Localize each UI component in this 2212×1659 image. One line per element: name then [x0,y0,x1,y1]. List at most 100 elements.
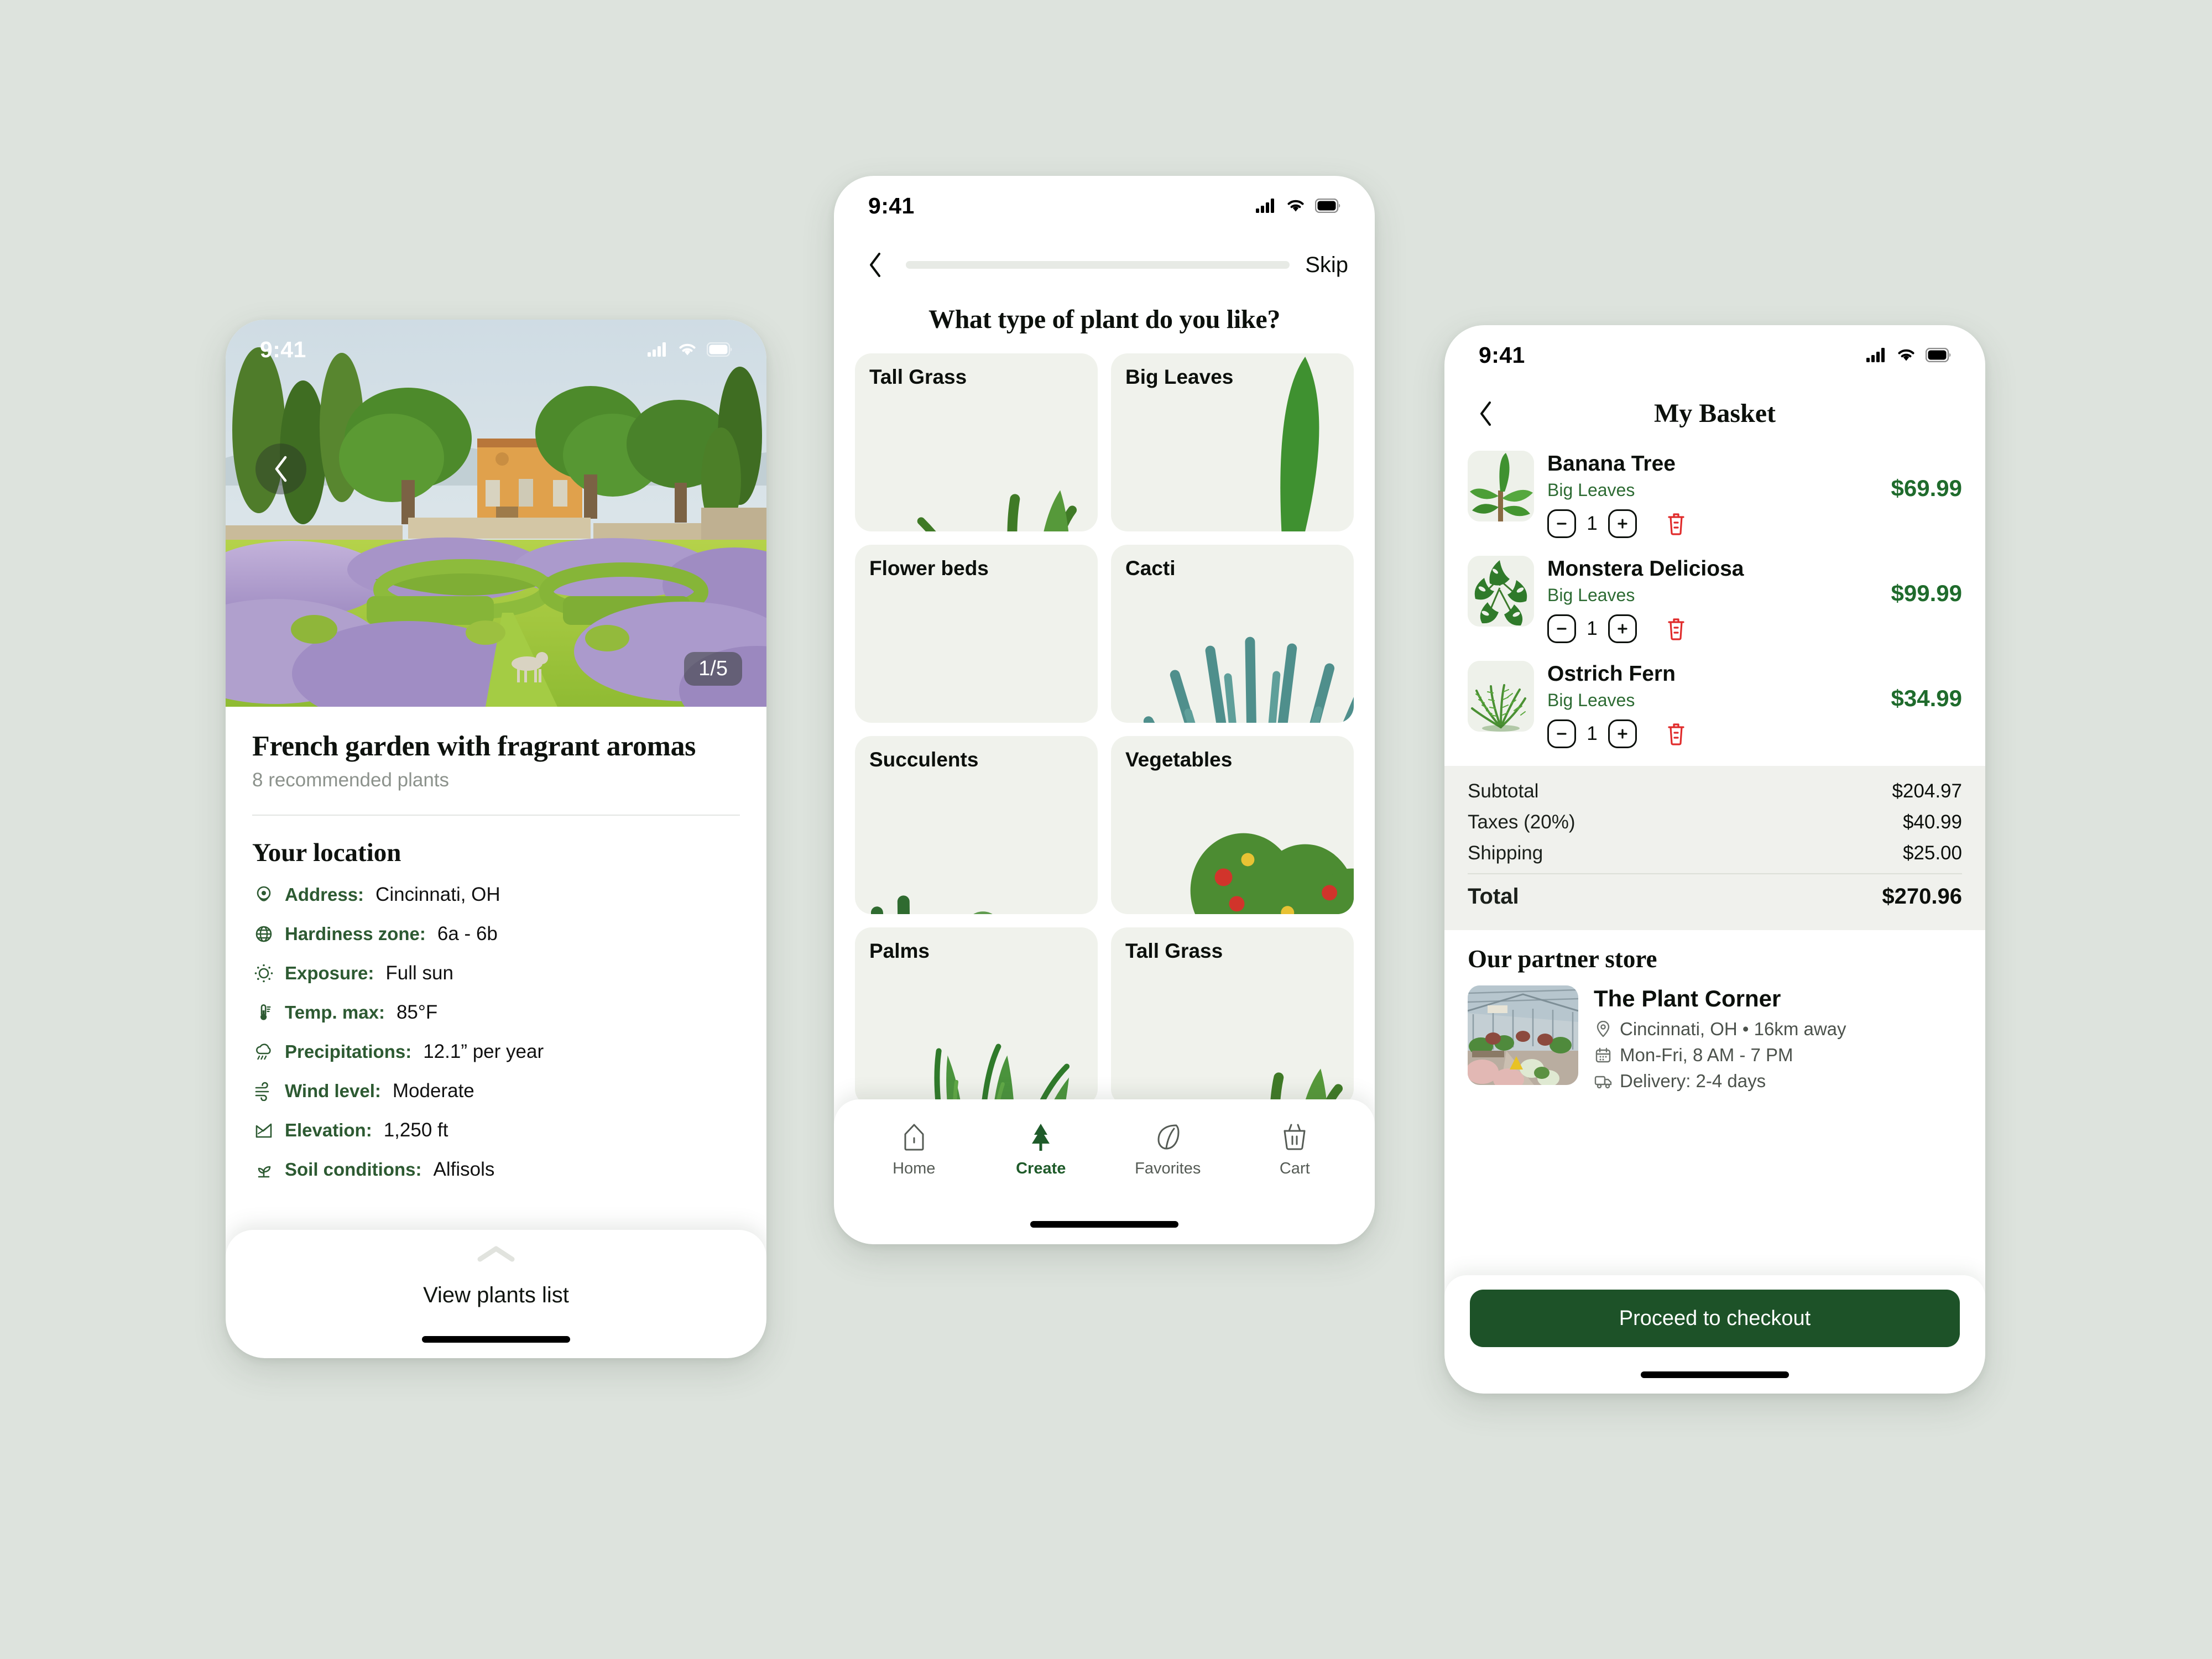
category-card-vegetables[interactable]: Vegetables [1111,736,1354,914]
category-card-tall-grass-2[interactable]: Tall Grass [1111,927,1354,1105]
location-row-temp-max: Temp. max: 85°F [252,1000,740,1025]
partner-store-section: Our partner store The Plant Corner Cinci… [1444,930,1985,1097]
category-card-flower-beds[interactable]: Flower beds [855,545,1098,723]
category-card-tall-grass[interactable]: Tall Grass [855,353,1098,531]
quantity-value: 1 [1587,618,1598,639]
map-pin-icon [252,883,275,906]
order-summary: Subtotal $204.97 Taxes (20%) $40.99 Ship… [1444,766,1985,930]
quantity-value: 1 [1587,513,1598,534]
location-label: Precipitations: [285,1041,412,1062]
decrease-quantity-button[interactable] [1547,614,1576,643]
location-value: 1,250 ft [383,1119,448,1141]
summary-row-shipping: Shipping $25.00 [1468,842,1962,864]
location-value: Cincinnati, OH [375,884,500,905]
truck-icon [1594,1072,1613,1091]
basket-back-button[interactable] [1471,399,1501,429]
hero-back-button[interactable] [255,444,306,494]
item-price: $99.99 [1891,580,1962,606]
home-icon [902,1121,926,1152]
quiz-progress-bar [906,261,1290,269]
status-time: 9:41 [868,192,915,218]
increase-quantity-button[interactable] [1608,614,1637,643]
tab-cart[interactable]: Cart [1250,1121,1339,1178]
chevron-left-icon [870,253,880,277]
location-value: Full sun [385,962,453,984]
view-plants-list-label[interactable]: View plants list [423,1283,569,1308]
quiz-back-button[interactable] [860,250,890,280]
garden-detail-body: French garden with fragrant aromas 8 rec… [226,707,766,1182]
location-row-exposure: Exposure: Full sun [252,961,740,986]
location-row-wind-level: Wind level: Moderate [252,1078,740,1104]
delete-item-button[interactable] [1663,509,1689,538]
home-indicator [1641,1371,1789,1378]
tab-label: Cart [1279,1160,1310,1177]
delete-item-button[interactable] [1663,614,1689,643]
view-plants-bottom-sheet[interactable]: View plants list [226,1230,766,1358]
store-photo [1468,985,1578,1085]
store-delivery-text: Delivery: 2-4 days [1620,1071,1766,1091]
tab-favorites[interactable]: Favorites [1124,1121,1212,1178]
hero-image-carousel[interactable]: 9:41 1/5 [226,320,766,707]
category-label: Palms [869,940,930,962]
summary-value: $40.99 [1902,811,1962,833]
basket-item-monstera-deliciosa: Monstera Deliciosa Big Leaves 1 $99.99 [1468,548,1962,653]
item-price: $34.99 [1891,685,1962,711]
summary-label: Shipping [1468,842,1543,864]
globe-icon [252,922,275,946]
tab-home[interactable]: Home [870,1121,958,1178]
basket-item-list: Banana Tree Big Leaves 1 $69.99 Monstera… [1444,443,1985,758]
location-row-hardiness-zone: Hardiness zone: 6a - 6b [252,921,740,947]
delete-item-button[interactable] [1663,719,1689,748]
chevron-left-icon [275,456,287,482]
battery-icon [1315,199,1340,213]
proceed-to-checkout-button[interactable]: Proceed to checkout [1470,1290,1960,1347]
tab-label: Home [893,1160,936,1177]
location-value: 12.1” per year [423,1041,544,1062]
item-name: Ostrich Fern [1547,662,1676,686]
total-value: $270.96 [1882,884,1962,909]
category-grid: Tall Grass Big Leaves Flower beds Cacti … [834,353,1375,1105]
basket-header: My Basket [1444,385,1985,443]
category-label: Cacti [1125,557,1176,580]
category-card-palms[interactable]: Palms [855,927,1098,1105]
item-price: $69.99 [1891,475,1962,501]
summary-row-total: Total $270.96 [1468,884,1962,909]
section-divider [252,815,740,816]
chevron-up-icon[interactable] [476,1244,516,1263]
location-value: 6a - 6b [437,923,498,945]
increase-quantity-button[interactable] [1608,509,1637,538]
location-row-elevation: Elevation: 1,250 ft [252,1118,740,1143]
ostrich-fern-art [1468,661,1534,732]
signal-bars-icon [1866,348,1885,362]
store-location-text: Cincinnati, OH • 16km away [1620,1019,1846,1039]
item-category: Big Leaves [1547,585,1635,605]
category-card-succulents[interactable]: Succulents [855,736,1098,914]
quantity-stepper: 1 [1547,719,1878,748]
banana-tree-art [1468,451,1534,521]
decrease-quantity-button[interactable] [1547,719,1576,748]
status-bar: 9:41 [1444,325,1985,385]
location-heading: Your location [252,838,401,867]
category-card-big-leaves[interactable]: Big Leaves [1111,353,1354,531]
item-name: Banana Tree [1547,452,1676,476]
tab-label: Create [1016,1160,1066,1177]
category-label: Tall Grass [869,366,967,388]
category-label: Succulents [869,748,979,771]
item-thumbnail [1468,661,1534,732]
quiz-question: What type of plant do you like? [928,305,1281,334]
tree-icon [1029,1121,1053,1152]
skip-button[interactable]: Skip [1305,253,1348,278]
decrease-quantity-button[interactable] [1547,509,1576,538]
summary-row-taxes: Taxes (20%) $40.99 [1468,811,1962,833]
category-card-cacti[interactable]: Cacti [1111,545,1354,723]
partner-store-card[interactable]: The Plant Corner Cincinnati, OH • 16km a… [1468,985,1962,1097]
carousel-counter: 1/5 [684,652,742,686]
tab-create[interactable]: Create [997,1121,1085,1178]
store-hours-text: Mon-Fri, 8 AM - 7 PM [1620,1045,1793,1065]
status-time: 9:41 [1479,342,1525,368]
category-label: Tall Grass [1125,940,1223,962]
home-indicator [1030,1221,1178,1228]
location-value: Moderate [392,1080,474,1102]
category-label: Flower beds [869,557,989,580]
increase-quantity-button[interactable] [1608,719,1637,748]
